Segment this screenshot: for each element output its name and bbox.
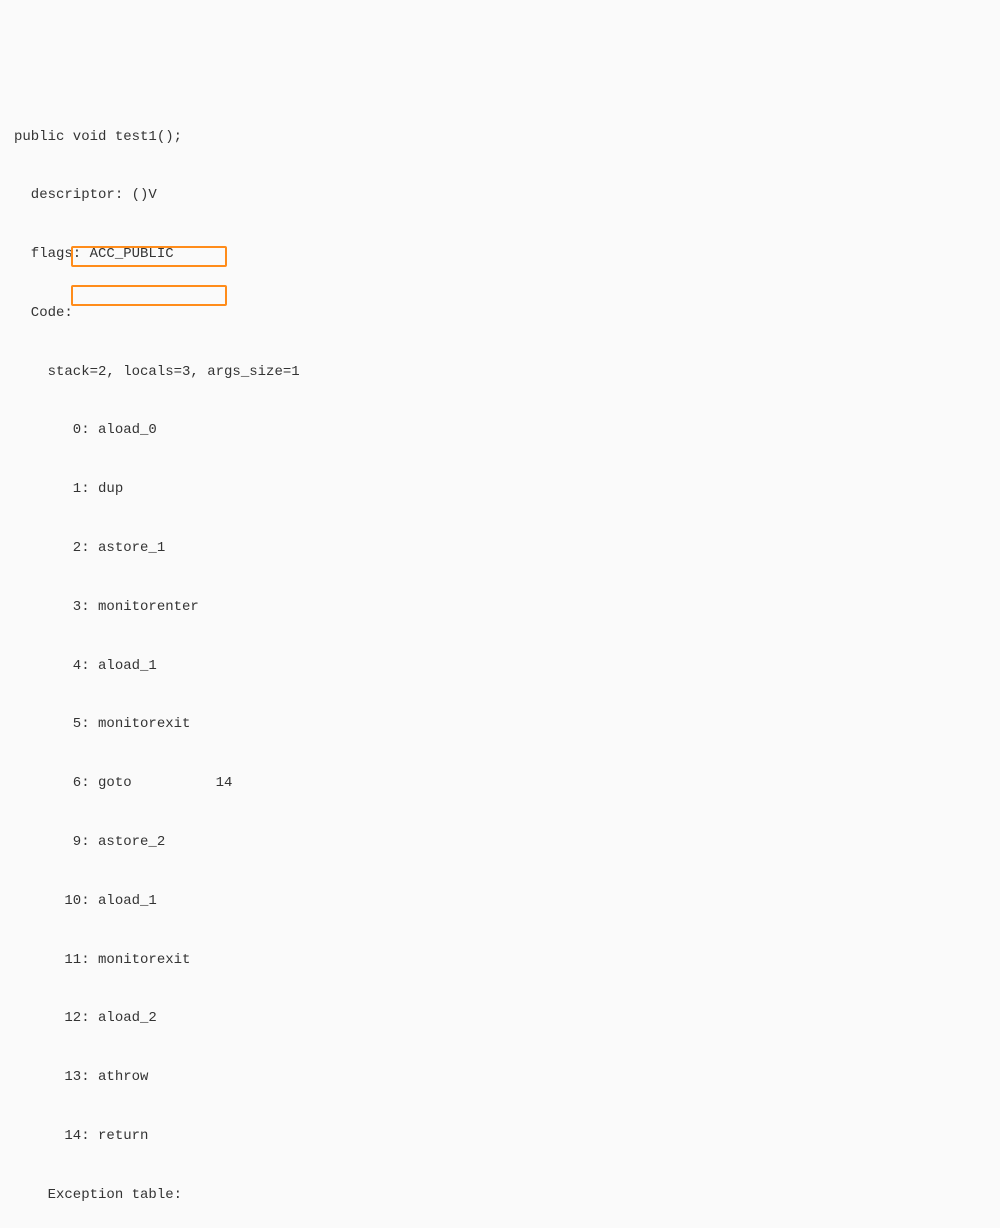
code-line: 5: monitorexit <box>14 715 986 735</box>
code-line: 14: return <box>14 1127 986 1147</box>
code-line: 4: aload_1 <box>14 657 986 677</box>
code-line: 1: dup <box>14 480 986 500</box>
code-line: 2: astore_1 <box>14 539 986 559</box>
code-line: 0: aload_0 <box>14 421 986 441</box>
code-line: 11: monitorexit <box>14 951 986 971</box>
bytecode-listing: public void test1(); descriptor: ()V fla… <box>14 88 986 1228</box>
code-line: 6: goto 14 <box>14 774 986 794</box>
code-line: stack=2, locals=3, args_size=1 <box>14 363 986 383</box>
code-line: 3: monitorenter <box>14 598 986 618</box>
code-line: 9: astore_2 <box>14 833 986 853</box>
code-line: Code: <box>14 304 986 324</box>
code-line: 13: athrow <box>14 1068 986 1088</box>
code-line: 12: aload_2 <box>14 1009 986 1029</box>
code-line: public void test1(); <box>14 128 986 148</box>
code-line: Exception table: <box>14 1186 986 1206</box>
code-line: flags: ACC_PUBLIC <box>14 245 986 265</box>
code-line: 10: aload_1 <box>14 892 986 912</box>
code-line: descriptor: ()V <box>14 186 986 206</box>
